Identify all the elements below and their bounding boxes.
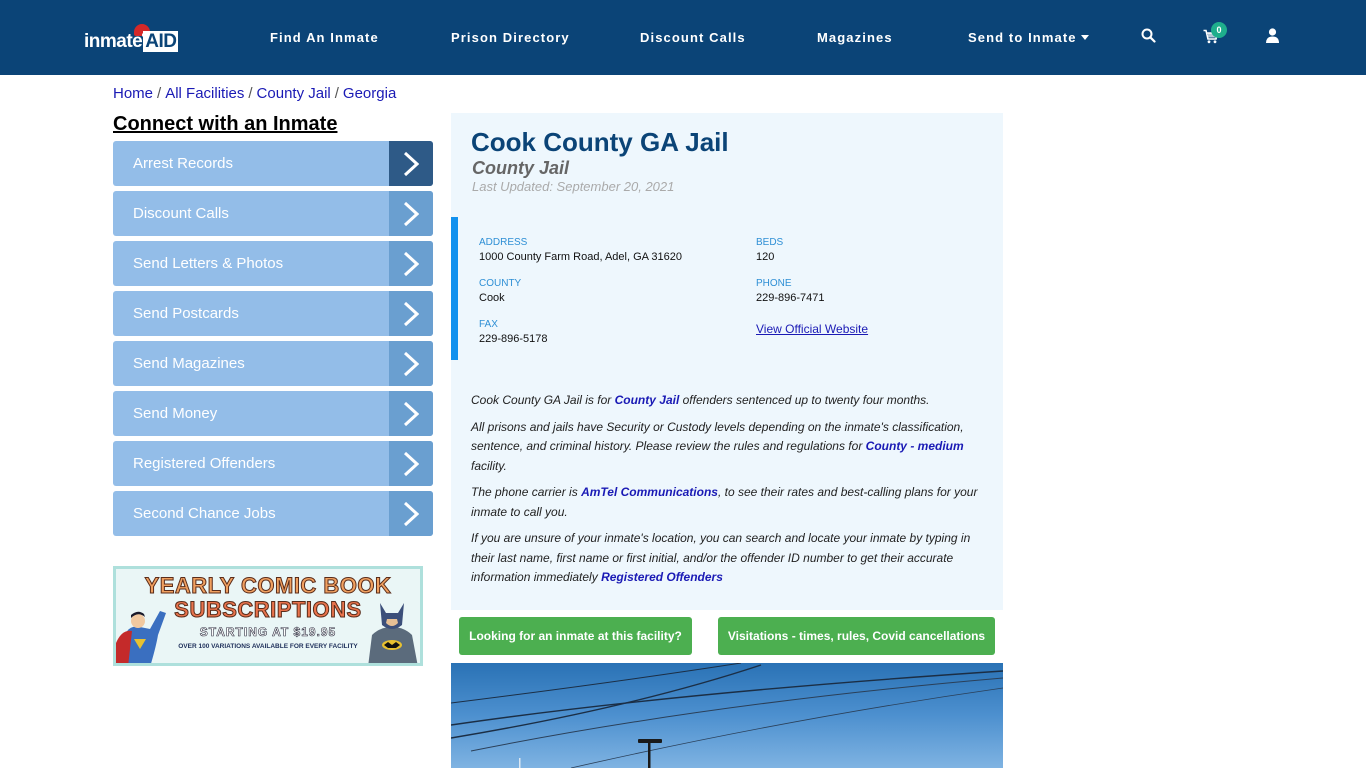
sidebar-item-label: Send Letters & Photos <box>133 255 284 272</box>
chevron-right-icon <box>389 241 433 286</box>
county-value: Cook <box>479 292 505 304</box>
chevron-right-icon <box>389 141 433 186</box>
description-text: offenders sentenced up to twenty four mo… <box>679 393 930 407</box>
sidebar-title: Connect with an Inmate <box>113 113 338 135</box>
ad-headline: YEARLY COMIC BOOK <box>144 573 392 599</box>
chevron-right-icon <box>389 341 433 386</box>
breadcrumb-georgia[interactable]: Georgia <box>343 85 396 102</box>
address-label: ADDRESS <box>479 237 528 248</box>
security-level-link[interactable]: County - medium <box>866 439 964 453</box>
facility-description: Cook County GA Jail is for County Jail o… <box>471 391 986 595</box>
logo-prefix: inmate <box>84 31 143 52</box>
phone-value: 229-896-7471 <box>756 292 825 304</box>
search-icon[interactable] <box>1141 28 1156 48</box>
ad-price: STARTING AT $19.95 <box>199 625 337 640</box>
breadcrumb-separator: / <box>334 85 339 102</box>
fax-value: 229-896-5178 <box>479 333 548 345</box>
find-inmate-at-facility-button[interactable]: Looking for an inmate at this facility? <box>459 617 692 655</box>
fax-label: FAX <box>479 319 498 330</box>
official-website-link[interactable]: View Official Website <box>756 322 868 336</box>
nav-prison-directory[interactable]: Prison Directory <box>451 30 570 45</box>
beds-value: 120 <box>756 251 775 263</box>
facility-title: Cook County GA Jail <box>471 127 729 157</box>
description-text: Cook County GA Jail is for <box>471 393 615 407</box>
sidebar-item-label: Discount Calls <box>133 205 229 222</box>
facility-panel: Cook County GA Jail County Jail Last Upd… <box>451 113 1003 610</box>
inmateaid-logo[interactable]: inmate AID <box>84 24 180 56</box>
chevron-right-icon <box>389 291 433 336</box>
description-paragraph: If you are unsure of your inmate's locat… <box>471 529 986 588</box>
chevron-right-icon <box>389 391 433 436</box>
sidebar-item-label: Arrest Records <box>133 155 234 172</box>
sidebar-item-send-letters-photos[interactable]: Send Letters & Photos <box>113 241 433 286</box>
chevron-right-icon <box>389 441 433 486</box>
caret-down-icon <box>1080 35 1089 40</box>
description-paragraph: The phone carrier is AmTel Communication… <box>471 483 986 522</box>
comic-subscription-ad[interactable]: YEARLY COMIC BOOK SUBSCRIPTIONS STARTING… <box>113 566 423 666</box>
visitations-button[interactable]: Visitations - times, rules, Covid cancel… <box>718 617 995 655</box>
sidebar-item-label: Registered Offenders <box>133 455 276 472</box>
beds-label: BEDS <box>756 237 784 248</box>
sidebar-item-send-postcards[interactable]: Send Postcards <box>113 291 433 336</box>
sidebar-item-registered-offenders[interactable]: Registered Offenders <box>113 441 433 486</box>
ad-subtext: OVER 100 VARIATIONS AVAILABLE FOR EVERY … <box>178 643 358 650</box>
facility-info-box: ADDRESS 1000 County Farm Road, Adel, GA … <box>451 217 1003 360</box>
nav-discount-calls[interactable]: Discount Calls <box>640 30 746 45</box>
user-icon[interactable] <box>1266 28 1279 48</box>
sidebar-item-arrest-records[interactable]: Arrest Records <box>113 141 433 186</box>
sidebar-item-label: Send Money <box>133 405 218 422</box>
facility-photo-scene <box>451 663 1003 768</box>
nav-send-to-inmate[interactable]: Send to Inmate <box>968 30 1089 45</box>
info-accent-bar <box>451 217 458 360</box>
nav-send-to-inmate-label: Send to Inmate <box>968 30 1077 45</box>
sidebar-item-label: Send Magazines <box>133 355 245 372</box>
phone-label: PHONE <box>756 278 792 289</box>
breadcrumb-home[interactable]: Home <box>113 85 153 102</box>
logo-suffix: AID <box>143 31 179 52</box>
sidebar-item-discount-calls[interactable]: Discount Calls <box>113 191 433 236</box>
registered-offenders-link[interactable]: Registered Offenders <box>601 570 723 584</box>
description-text: facility. <box>471 458 507 473</box>
chevron-right-icon <box>389 491 433 536</box>
facility-type: County Jail <box>472 158 570 178</box>
sidebar-item-label: Second Chance Jobs <box>133 505 276 522</box>
sidebar-item-send-money[interactable]: Send Money <box>113 391 433 436</box>
breadcrumb-county-jail[interactable]: County Jail <box>257 85 331 102</box>
breadcrumb-all-facilities[interactable]: All Facilities <box>165 85 244 102</box>
description-paragraph: Cook County GA Jail is for County Jail o… <box>471 391 986 411</box>
site-header: inmate AID Find An Inmate Prison Director… <box>0 0 1366 75</box>
cart-count-badge: 0 <box>1211 22 1227 38</box>
breadcrumb: Home / All Facilities / County Jail / Georgia <box>113 85 396 102</box>
address-value: 1000 County Farm Road, Adel, GA 31620 <box>479 251 683 263</box>
breadcrumb-separator: / <box>248 85 253 102</box>
last-updated: Last Updated: September 20, 2021 <box>472 179 675 194</box>
sidebar-item-second-chance-jobs[interactable]: Second Chance Jobs <box>113 491 433 536</box>
ad-headline-2: SUBSCRIPTIONS <box>174 597 362 623</box>
phone-carrier-link[interactable]: AmTel Communications <box>581 485 718 499</box>
sidebar-menu: Arrest Records Discount Calls Send Lette… <box>113 141 433 541</box>
chevron-right-icon <box>389 191 433 236</box>
county-jail-link[interactable]: County Jail <box>615 393 680 407</box>
nav-magazines[interactable]: Magazines <box>817 30 893 45</box>
breadcrumb-separator: / <box>157 85 162 102</box>
description-paragraph: All prisons and jails have Security or C… <box>471 418 986 477</box>
description-text: The phone carrier is <box>471 485 582 499</box>
nav-find-an-inmate[interactable]: Find An Inmate <box>270 30 379 45</box>
sidebar-item-label: Send Postcards <box>133 305 239 322</box>
sidebar-item-send-magazines[interactable]: Send Magazines <box>113 341 433 386</box>
county-label: COUNTY <box>479 278 522 289</box>
facility-photo <box>451 663 1003 768</box>
